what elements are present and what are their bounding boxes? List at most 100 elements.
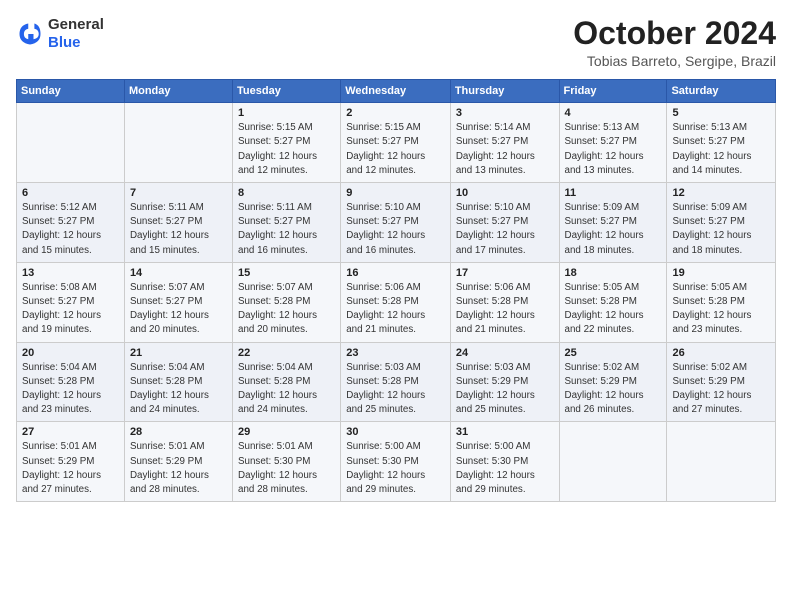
calendar-cell: 19 Sunrise: 5:05 AMSunset: 5:28 PMDayligh… xyxy=(667,262,776,342)
calendar-cell: 31Sunrise: 5:00 AMSunset: 5:30 PMDayligh… xyxy=(450,422,559,502)
day-number: 1 xyxy=(238,107,335,119)
day-number: 19 xyxy=(672,267,770,279)
calendar-week-row: 1 Sunrise: 5:15 AMSunset: 5:27 PMDaylight… xyxy=(17,103,776,183)
day-number: 4 xyxy=(565,107,662,119)
weekday-header: Wednesday xyxy=(341,80,451,103)
month-title: October 2024 xyxy=(573,16,776,51)
day-info: Sunrise: 5:07 AMSunset: 5:27 PMDaylight:… xyxy=(130,281,227,338)
title-block: October 2024 Tobias Barreto, Sergipe, Br… xyxy=(573,16,776,69)
calendar-cell xyxy=(17,103,125,183)
day-info: Sunrise: 5:01 AMSunset: 5:30 PMDaylight:… xyxy=(238,440,335,497)
day-info: Sunrise: 5:08 AMSunset: 5:27 PMDaylight:… xyxy=(22,281,119,338)
weekday-header: Friday xyxy=(559,80,667,103)
weekday-header: Tuesday xyxy=(233,80,341,103)
calendar-cell: 15Sunrise: 5:07 AMSunset: 5:28 PMDayligh… xyxy=(233,262,341,342)
day-number: 5 xyxy=(672,107,770,119)
day-info: Sunrise: 5:13 AMSunset: 5:27 PMDaylight:… xyxy=(672,121,770,178)
day-number: 29 xyxy=(238,426,335,438)
calendar-cell: 5 Sunrise: 5:13 AMSunset: 5:27 PMDaylight… xyxy=(667,103,776,183)
day-number: 14 xyxy=(130,267,227,279)
calendar-cell: 29 Sunrise: 5:01 AMSunset: 5:30 PMDayligh… xyxy=(233,422,341,502)
day-number: 26 xyxy=(672,347,770,359)
day-number: 15 xyxy=(238,267,335,279)
day-number: 2 xyxy=(346,107,445,119)
day-number: 20 xyxy=(22,347,119,359)
day-info: Sunrise: 5:09 AMSunset: 5:27 PMDaylight:… xyxy=(565,201,662,258)
calendar-cell: 1 Sunrise: 5:15 AMSunset: 5:27 PMDaylight… xyxy=(233,103,341,183)
weekday-header: Thursday xyxy=(450,80,559,103)
day-info: Sunrise: 5:04 AMSunset: 5:28 PMDaylight:… xyxy=(238,361,335,418)
day-info: Sunrise: 5:02 AMSunset: 5:29 PMDaylight:… xyxy=(672,361,770,418)
day-info: Sunrise: 5:01 AMSunset: 5:29 PMDaylight:… xyxy=(130,440,227,497)
calendar-cell xyxy=(124,103,232,183)
logo-general: General xyxy=(48,16,104,33)
day-number: 13 xyxy=(22,267,119,279)
calendar-week-row: 6Sunrise: 5:12 AMSunset: 5:27 PMDaylight… xyxy=(17,183,776,263)
day-number: 24 xyxy=(456,347,554,359)
day-number: 16 xyxy=(346,267,445,279)
calendar-cell: 14 Sunrise: 5:07 AMSunset: 5:27 PMDayligh… xyxy=(124,262,232,342)
day-info: Sunrise: 5:05 AMSunset: 5:28 PMDaylight:… xyxy=(672,281,770,338)
calendar-cell: 30 Sunrise: 5:00 AMSunset: 5:30 PMDayligh… xyxy=(341,422,451,502)
calendar-cell: 2 Sunrise: 5:15 AMSunset: 5:27 PMDaylight… xyxy=(341,103,451,183)
day-number: 21 xyxy=(130,347,227,359)
calendar-cell: 8 Sunrise: 5:11 AMSunset: 5:27 PMDaylight… xyxy=(233,183,341,263)
day-number: 25 xyxy=(565,347,662,359)
calendar-cell: 17 Sunrise: 5:06 AMSunset: 5:28 PMDayligh… xyxy=(450,262,559,342)
calendar-cell: 4 Sunrise: 5:13 AMSunset: 5:27 PMDaylight… xyxy=(559,103,667,183)
calendar-cell: 11Sunrise: 5:09 AMSunset: 5:27 PMDayligh… xyxy=(559,183,667,263)
calendar-cell: 21Sunrise: 5:04 AMSunset: 5:28 PMDayligh… xyxy=(124,342,232,422)
page: General Blue October 2024 Tobias Barreto… xyxy=(0,0,792,612)
day-info: Sunrise: 5:00 AMSunset: 5:30 PMDaylight:… xyxy=(456,440,554,497)
day-info: Sunrise: 5:13 AMSunset: 5:27 PMDaylight:… xyxy=(565,121,662,178)
day-info: Sunrise: 5:04 AMSunset: 5:28 PMDaylight:… xyxy=(22,361,119,418)
day-info: Sunrise: 5:06 AMSunset: 5:28 PMDaylight:… xyxy=(456,281,554,338)
calendar-cell: 23Sunrise: 5:03 AMSunset: 5:28 PMDayligh… xyxy=(341,342,451,422)
weekday-row: SundayMondayTuesdayWednesdayThursdayFrid… xyxy=(17,80,776,103)
day-info: Sunrise: 5:11 AMSunset: 5:27 PMDaylight:… xyxy=(238,201,335,258)
logo: General Blue xyxy=(16,16,104,52)
day-number: 23 xyxy=(346,347,445,359)
day-info: Sunrise: 5:10 AMSunset: 5:27 PMDaylight:… xyxy=(456,201,554,258)
day-info: Sunrise: 5:01 AMSunset: 5:29 PMDaylight:… xyxy=(22,440,119,497)
calendar-cell: 24Sunrise: 5:03 AMSunset: 5:29 PMDayligh… xyxy=(450,342,559,422)
day-number: 17 xyxy=(456,267,554,279)
calendar-cell: 12 Sunrise: 5:09 AMSunset: 5:27 PMDayligh… xyxy=(667,183,776,263)
day-number: 8 xyxy=(238,187,335,199)
day-number: 28 xyxy=(130,426,227,438)
calendar-cell: 13 Sunrise: 5:08 AMSunset: 5:27 PMDayligh… xyxy=(17,262,125,342)
day-number: 30 xyxy=(346,426,445,438)
day-number: 27 xyxy=(22,426,119,438)
weekday-header: Saturday xyxy=(667,80,776,103)
calendar-cell: 10 Sunrise: 5:10 AMSunset: 5:27 PMDayligh… xyxy=(450,183,559,263)
calendar-cell: 16 Sunrise: 5:06 AMSunset: 5:28 PMDayligh… xyxy=(341,262,451,342)
weekday-header: Monday xyxy=(124,80,232,103)
calendar-cell: 28 Sunrise: 5:01 AMSunset: 5:29 PMDayligh… xyxy=(124,422,232,502)
day-number: 12 xyxy=(672,187,770,199)
logo-blue-text: Blue xyxy=(48,34,81,51)
calendar-header: SundayMondayTuesdayWednesdayThursdayFrid… xyxy=(17,80,776,103)
day-info: Sunrise: 5:09 AMSunset: 5:27 PMDaylight:… xyxy=(672,201,770,258)
day-info: Sunrise: 5:00 AMSunset: 5:30 PMDaylight:… xyxy=(346,440,445,497)
calendar-cell: 3Sunrise: 5:14 AMSunset: 5:27 PMDaylight… xyxy=(450,103,559,183)
day-info: Sunrise: 5:05 AMSunset: 5:28 PMDaylight:… xyxy=(565,281,662,338)
calendar-cell xyxy=(559,422,667,502)
location: Tobias Barreto, Sergipe, Brazil xyxy=(573,53,776,69)
calendar-cell: 26 Sunrise: 5:02 AMSunset: 5:29 PMDayligh… xyxy=(667,342,776,422)
header: General Blue October 2024 Tobias Barreto… xyxy=(16,16,776,69)
weekday-header: Sunday xyxy=(17,80,125,103)
day-info: Sunrise: 5:14 AMSunset: 5:27 PMDaylight:… xyxy=(456,121,554,178)
calendar-cell: 27 Sunrise: 5:01 AMSunset: 5:29 PMDayligh… xyxy=(17,422,125,502)
logo-icon xyxy=(16,20,44,48)
day-info: Sunrise: 5:15 AMSunset: 5:27 PMDaylight:… xyxy=(238,121,335,178)
day-info: Sunrise: 5:06 AMSunset: 5:28 PMDaylight:… xyxy=(346,281,445,338)
calendar-cell: 20 Sunrise: 5:04 AMSunset: 5:28 PMDayligh… xyxy=(17,342,125,422)
day-number: 10 xyxy=(456,187,554,199)
day-info: Sunrise: 5:10 AMSunset: 5:27 PMDaylight:… xyxy=(346,201,445,258)
day-info: Sunrise: 5:02 AMSunset: 5:29 PMDaylight:… xyxy=(565,361,662,418)
day-number: 22 xyxy=(238,347,335,359)
calendar-cell: 6Sunrise: 5:12 AMSunset: 5:27 PMDaylight… xyxy=(17,183,125,263)
day-info: Sunrise: 5:15 AMSunset: 5:27 PMDaylight:… xyxy=(346,121,445,178)
calendar-cell: 25 Sunrise: 5:02 AMSunset: 5:29 PMDayligh… xyxy=(559,342,667,422)
day-number: 7 xyxy=(130,187,227,199)
